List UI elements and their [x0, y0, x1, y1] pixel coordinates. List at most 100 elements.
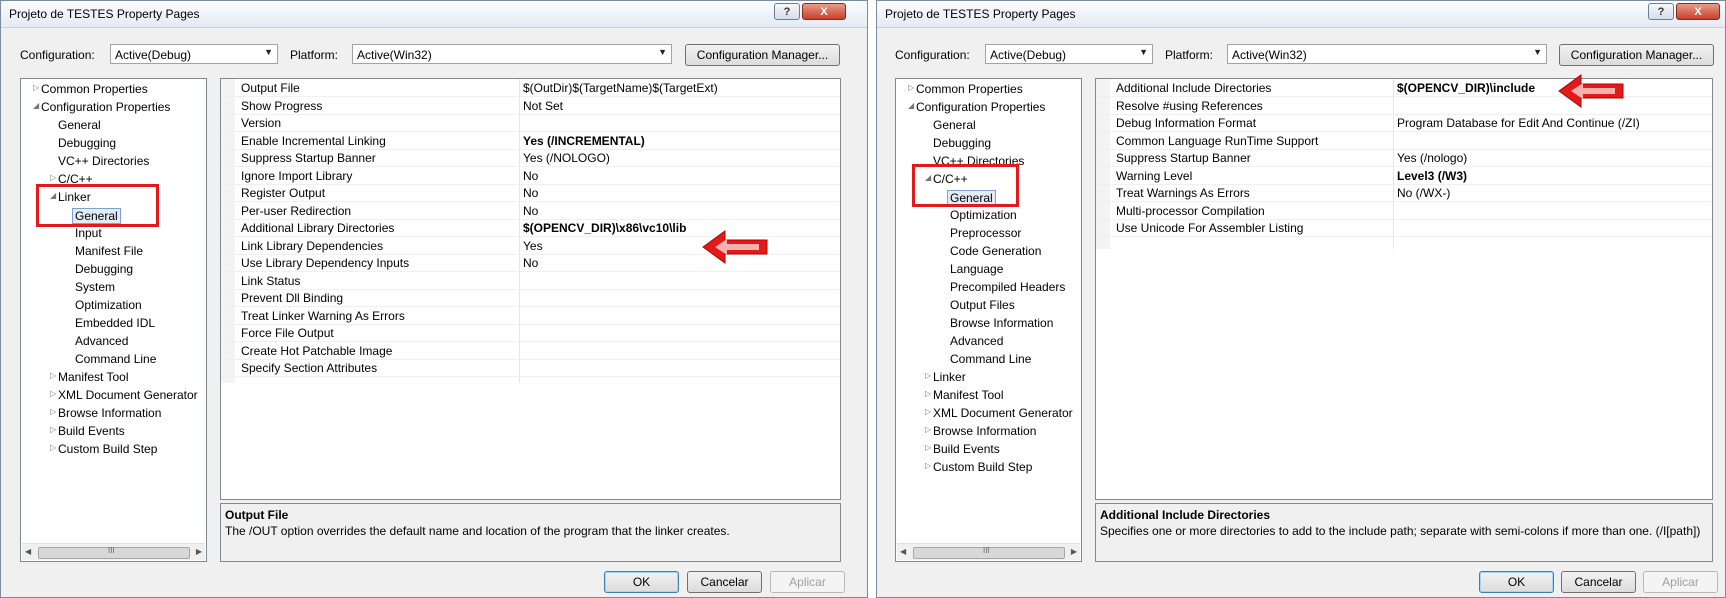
tree-item[interactable]: Manifest Tool	[58, 370, 128, 384]
collapse-arrow-icon[interactable]: ◢	[33, 101, 39, 110]
property-row[interactable]: Link Status	[221, 272, 840, 290]
expand-arrow-icon[interactable]: ▷	[50, 443, 56, 452]
property-row[interactable]: Output File $(OutDir)$(TargetName)$(Targe…	[221, 79, 840, 97]
property-row[interactable]: Treat Linker Warning As Errors	[221, 307, 840, 325]
expand-arrow-icon[interactable]: ▷	[925, 389, 931, 398]
expand-arrow-icon[interactable]: ▷	[50, 173, 56, 182]
apply-button[interactable]: Aplicar	[770, 571, 845, 593]
property-value[interactable]: Yes (/INCREMENTAL)	[523, 134, 645, 148]
property-row[interactable]: Common Language RunTime Support	[1096, 132, 1712, 150]
tree-item[interactable]: Browse Information	[950, 316, 1053, 330]
tree-item[interactable]: XML Document Generator	[933, 406, 1073, 420]
expand-arrow-icon[interactable]: ▷	[908, 83, 914, 92]
property-row[interactable]: Specify Section Attributes	[221, 359, 840, 377]
property-row[interactable]: Suppress Startup Banner Yes (/nologo)	[1096, 149, 1712, 167]
property-value[interactable]: Yes (/NOLOGO)	[523, 151, 610, 165]
property-value[interactable]: Not Set	[523, 99, 563, 113]
tree-item[interactable]: Precompiled Headers	[950, 280, 1065, 294]
help-button[interactable]: ?	[774, 3, 800, 20]
property-value[interactable]: $(OutDir)$(TargetName)$(TargetExt)	[523, 81, 718, 95]
tree-item[interactable]: Build Events	[933, 442, 1000, 456]
property-row[interactable]: Multi-processor Compilation	[1096, 202, 1712, 220]
tree-item[interactable]: Browse Information	[58, 406, 161, 420]
tree-item[interactable]: Linker	[933, 370, 966, 384]
property-value[interactable]: Yes	[523, 239, 543, 253]
property-row[interactable]: Create Hot Patchable Image	[221, 342, 840, 360]
scroll-left-icon[interactable]: ◀	[900, 547, 906, 556]
tree-item[interactable]: Manifest Tool	[933, 388, 1003, 402]
tree-item[interactable]: System	[75, 280, 115, 294]
tree-item[interactable]: Configuration Properties	[41, 100, 170, 114]
expand-arrow-icon[interactable]: ▷	[925, 443, 931, 452]
property-tree[interactable]: ▷ Common Properties ◢ Configuration Propert…	[20, 78, 207, 562]
cancel-button[interactable]: Cancelar	[1561, 571, 1636, 593]
tree-item[interactable]: Command Line	[75, 352, 156, 366]
tree-item[interactable]: Preprocessor	[950, 226, 1021, 240]
property-value[interactable]: No (/WX-)	[1397, 186, 1450, 200]
tree-item[interactable]: General	[933, 118, 976, 132]
configuration-select[interactable]: Active(Debug) ▼	[110, 44, 278, 64]
tree-item[interactable]: Optimization	[950, 208, 1017, 222]
tree-item[interactable]: Code Generation	[950, 244, 1041, 258]
horizontal-scrollbar[interactable]: ◀ III ▶	[897, 543, 1080, 560]
property-row[interactable]: Treat Warnings As Errors No (/WX-)	[1096, 184, 1712, 202]
expand-arrow-icon[interactable]: ▷	[50, 371, 56, 380]
platform-select[interactable]: Active(Win32) ▼	[1227, 44, 1547, 64]
property-value[interactable]: $(OPENCV_DIR)\x86\vc10\lib	[523, 221, 686, 235]
property-row[interactable]: Show Progress Not Set	[221, 97, 840, 115]
tree-item[interactable]: Language	[950, 262, 1003, 276]
property-row[interactable]: Version	[221, 114, 840, 132]
ok-button[interactable]: OK	[1479, 571, 1554, 593]
tree-item[interactable]: XML Document Generator	[58, 388, 198, 402]
property-value[interactable]: No	[523, 186, 538, 200]
tree-item[interactable]: Debugging	[58, 136, 116, 150]
property-value[interactable]: $(OPENCV_DIR)\include	[1397, 81, 1535, 95]
configuration-manager-button[interactable]: Configuration Manager...	[1559, 44, 1714, 66]
tree-item[interactable]: Output Files	[950, 298, 1015, 312]
property-row[interactable]: Suppress Startup Banner Yes (/NOLOGO)	[221, 149, 840, 167]
property-row[interactable]: Register Output No	[221, 184, 840, 202]
tree-item[interactable]: Custom Build Step	[58, 442, 157, 456]
help-button[interactable]: ?	[1648, 3, 1674, 20]
tree-item[interactable]: Debugging	[933, 136, 991, 150]
expand-arrow-icon[interactable]: ▷	[50, 407, 56, 416]
property-value[interactable]: Level3 (/W3)	[1397, 169, 1467, 183]
apply-button[interactable]: Aplicar	[1643, 571, 1718, 593]
tree-item[interactable]: Common Properties	[916, 82, 1023, 96]
horizontal-scrollbar[interactable]: ◀ III ▶	[22, 543, 205, 560]
tree-item[interactable]: Debugging	[75, 262, 133, 276]
property-row[interactable]: Per-user Redirection No	[221, 202, 840, 220]
expand-arrow-icon[interactable]: ▷	[925, 461, 931, 470]
expand-arrow-icon[interactable]: ▷	[925, 425, 931, 434]
scroll-right-icon[interactable]: ▶	[1071, 547, 1077, 556]
platform-select[interactable]: Active(Win32) ▼	[352, 44, 672, 64]
tree-item[interactable]: General	[58, 118, 101, 132]
property-row[interactable]: Ignore Import Library No	[221, 167, 840, 185]
property-value[interactable]: No	[523, 204, 538, 218]
tree-item[interactable]: Optimization	[75, 298, 142, 312]
property-value[interactable]: Program Database for Edit And Continue (…	[1397, 116, 1640, 130]
property-tree[interactable]: ▷ Common Properties ◢ Configuration Propert…	[895, 78, 1082, 562]
tree-item[interactable]: VC++ Directories	[58, 154, 149, 168]
expand-arrow-icon[interactable]: ▷	[925, 407, 931, 416]
property-row[interactable]: Force File Output	[221, 324, 840, 342]
tree-item[interactable]: Configuration Properties	[916, 100, 1045, 114]
property-value[interactable]: No	[523, 169, 538, 183]
tree-item[interactable]: Custom Build Step	[933, 460, 1032, 474]
cancel-button[interactable]: Cancelar	[687, 571, 762, 593]
scroll-left-icon[interactable]: ◀	[25, 547, 31, 556]
tree-item[interactable]: Common Properties	[41, 82, 148, 96]
property-row[interactable]: Use Unicode For Assembler Listing	[1096, 219, 1712, 237]
expand-arrow-icon[interactable]: ▷	[925, 371, 931, 380]
property-row[interactable]: Prevent Dll Binding	[221, 289, 840, 307]
close-button[interactable]: X	[802, 3, 846, 20]
tree-item[interactable]: Command Line	[950, 352, 1031, 366]
expand-arrow-icon[interactable]: ▷	[50, 425, 56, 434]
tree-item[interactable]: Manifest File	[75, 244, 143, 258]
tree-item[interactable]: Browse Information	[933, 424, 1036, 438]
tree-item[interactable]: Build Events	[58, 424, 125, 438]
ok-button[interactable]: OK	[604, 571, 679, 593]
collapse-arrow-icon[interactable]: ◢	[908, 101, 914, 110]
property-value[interactable]: Yes (/nologo)	[1397, 151, 1467, 165]
property-value[interactable]: No	[523, 256, 538, 270]
